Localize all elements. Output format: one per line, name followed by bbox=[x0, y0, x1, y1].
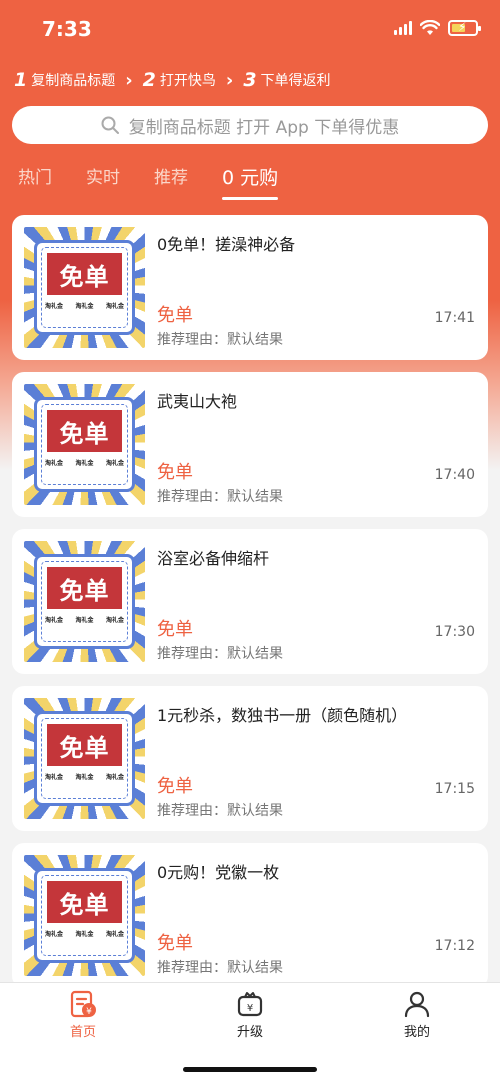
upgrade-bag-icon: ¥ bbox=[237, 992, 263, 1017]
post-time: 17:30 bbox=[434, 624, 475, 640]
search-icon bbox=[101, 116, 119, 134]
product-title: 0元购！党徽一枚 bbox=[157, 863, 280, 882]
tabbar-upgrade-label: 升级 bbox=[236, 1025, 263, 1040]
user-icon bbox=[404, 991, 430, 1018]
product-title: 0免单！搓澡神必备 bbox=[157, 235, 296, 254]
wifi-icon bbox=[420, 20, 440, 35]
home-indicator bbox=[183, 1067, 317, 1072]
product-card[interactable]: 免单 淘礼金 淘礼金 淘礼金 浴室必备伸缩杆 免单 推荐理由：默认结果 17:30 bbox=[12, 529, 488, 674]
product-image: 免单 淘礼金 淘礼金 淘礼金 bbox=[24, 698, 145, 819]
reason-text: 推荐理由：默认结果 bbox=[157, 332, 283, 348]
home-receipt-icon: ¥ bbox=[70, 990, 96, 1018]
product-card[interactable]: 免单 淘礼金 淘礼金 淘礼金 0免单！搓澡神必备 免单 推荐理由：默认结果 17:4… bbox=[12, 215, 488, 360]
post-time: 17:41 bbox=[434, 310, 475, 326]
product-image: 免单 淘礼金 淘礼金 淘礼金 bbox=[24, 384, 145, 505]
product-image: 免单 淘礼金 淘礼金 淘礼金 bbox=[24, 227, 145, 348]
chevron-right-icon: › bbox=[225, 69, 234, 91]
reason-text: 推荐理由：默认结果 bbox=[157, 489, 283, 505]
free-tag: 免单 bbox=[157, 462, 193, 483]
thumb-banner: 免单 bbox=[47, 724, 122, 766]
product-image: 免单 淘礼金 淘礼金 淘礼金 bbox=[24, 541, 145, 662]
tab-recommend[interactable]: 推荐 bbox=[154, 166, 188, 200]
svg-text:¥: ¥ bbox=[247, 1003, 253, 1014]
thumb-banner: 免单 bbox=[47, 881, 122, 923]
search-placeholder: 复制商品标题 打开 App 下单得优惠 bbox=[128, 117, 400, 138]
product-card[interactable]: 免单 淘礼金 淘礼金 淘礼金 1元秒杀，数独书一册（颜色随机） 免单 推荐理由：默认… bbox=[12, 686, 488, 831]
post-time: 17:40 bbox=[434, 467, 475, 483]
product-title: 武夷山大袍 bbox=[157, 392, 238, 411]
chevron-right-icon: › bbox=[125, 69, 133, 91]
thumb-banner: 免单 bbox=[47, 253, 122, 295]
step-2-label: 打开快鸟 bbox=[159, 73, 216, 89]
reason-text: 推荐理由：默认结果 bbox=[157, 960, 283, 976]
status-bar: 7:33 ⚡ bbox=[0, 0, 500, 58]
tabbar-upgrade[interactable]: ¥ 升级 bbox=[210, 989, 290, 1040]
product-card[interactable]: 免单 淘礼金 淘礼金 淘礼金 0元购！党徽一枚 免单 推荐理由：默认结果 17:12 bbox=[12, 843, 488, 988]
step-1-number: 1 bbox=[14, 69, 28, 91]
status-time: 7:33 bbox=[42, 17, 92, 41]
tabbar-mine-label: 我的 bbox=[403, 1025, 430, 1040]
tabbar-mine[interactable]: 我的 bbox=[377, 989, 457, 1040]
reason-text: 推荐理由：默认结果 bbox=[157, 803, 283, 819]
step-3-number: 3 bbox=[243, 69, 257, 91]
steps-guide: 1 复制商品标题 › 2 打开快鸟 › 3 下单得返利 bbox=[14, 68, 337, 92]
tab-realtime[interactable]: 实时 bbox=[86, 166, 120, 200]
step-1-label: 复制商品标题 bbox=[31, 73, 116, 89]
product-card[interactable]: 免单 淘礼金 淘礼金 淘礼金 武夷山大袍 免单 推荐理由：默认结果 17:40 bbox=[12, 372, 488, 517]
search-bar[interactable]: 复制商品标题 打开 App 下单得优惠 bbox=[12, 106, 488, 144]
step-3-label: 下单得返利 bbox=[260, 73, 331, 89]
svg-text:¥: ¥ bbox=[86, 1007, 92, 1017]
product-title: 1元秒杀，数独书一册（颜色随机） bbox=[157, 706, 408, 725]
battery-icon: ⚡ bbox=[448, 20, 481, 36]
tab-hot[interactable]: 热门 bbox=[18, 166, 52, 200]
product-image: 免单 淘礼金 淘礼金 淘礼金 bbox=[24, 855, 145, 976]
free-tag: 免单 bbox=[157, 933, 193, 954]
step-2-number: 2 bbox=[142, 69, 156, 91]
tabbar-home[interactable]: ¥ 首页 bbox=[43, 989, 123, 1040]
post-time: 17:12 bbox=[434, 938, 475, 954]
free-tag: 免单 bbox=[157, 619, 193, 640]
thumb-banner: 免单 bbox=[47, 567, 122, 609]
signal-icon bbox=[394, 21, 412, 35]
thumb-banner: 免单 bbox=[47, 410, 122, 452]
tab-free-purchase[interactable]: 0 元购 bbox=[222, 166, 279, 200]
free-tag: 免单 bbox=[157, 776, 193, 797]
product-title: 浴室必备伸缩杆 bbox=[157, 549, 270, 568]
reason-text: 推荐理由：默认结果 bbox=[157, 646, 283, 662]
category-tabs: 热门 实时 推荐 0 元购 bbox=[18, 166, 279, 200]
tabbar-home-label: 首页 bbox=[69, 1025, 96, 1040]
status-icons: ⚡ bbox=[394, 20, 481, 36]
free-tag: 免单 bbox=[157, 305, 193, 326]
post-time: 17:15 bbox=[434, 781, 475, 797]
